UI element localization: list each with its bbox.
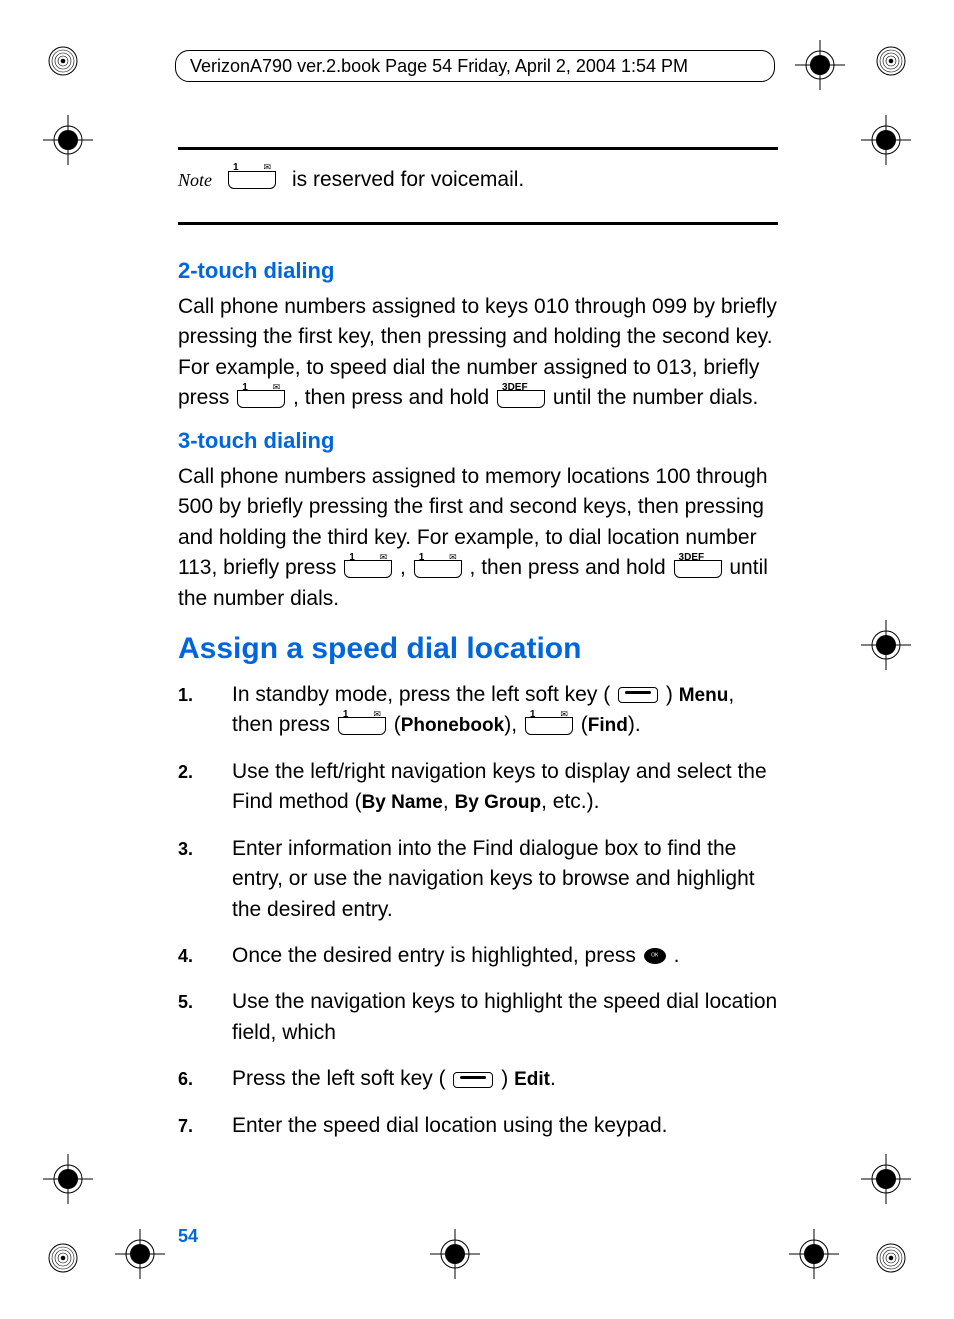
- crop-mark-icon: [795, 40, 845, 90]
- crop-mark-icon: [43, 115, 93, 165]
- heading-assign: Assign a speed dial location: [178, 632, 778, 666]
- edit-label: Edit: [514, 1069, 550, 1090]
- text: ,: [400, 556, 412, 579]
- text: ).: [628, 713, 641, 736]
- crop-mark-icon: [861, 1154, 911, 1204]
- paragraph-3touch: Call phone numbers assigned to memory lo…: [178, 462, 778, 614]
- menu-label: Menu: [679, 685, 729, 706]
- text: ): [501, 1067, 514, 1090]
- crop-mark-icon: [43, 1154, 93, 1204]
- note-text: is reserved for voicemail.: [292, 168, 524, 192]
- softkey-icon: [618, 687, 658, 703]
- key-3-icon: [674, 560, 722, 578]
- text: (: [581, 713, 588, 736]
- text: ): [666, 683, 679, 706]
- key-1-icon: [228, 171, 276, 189]
- reg-mark-icon: [48, 46, 78, 76]
- step-7: Enter the speed dial location using the …: [178, 1111, 778, 1141]
- text: Press the left soft key (: [232, 1067, 446, 1090]
- phonebook-label: Phonebook: [401, 715, 504, 736]
- reg-mark-icon: [876, 1243, 906, 1273]
- note-icon: Note: [178, 170, 212, 191]
- text: ,: [443, 790, 455, 813]
- reg-mark-icon: [876, 46, 906, 76]
- header-text: VerizonA790 ver.2.book Page 54 Friday, A…: [190, 56, 688, 77]
- crop-mark-icon: [789, 1229, 839, 1279]
- key-1-icon: [338, 717, 386, 735]
- crop-mark-icon: [861, 620, 911, 670]
- step-3: Enter information into the Find dialogue…: [178, 834, 778, 925]
- heading-3touch: 3-touch dialing: [178, 428, 778, 454]
- text: Enter information into the Find dialogue…: [232, 837, 755, 921]
- step-2: Use the left/right navigation keys to di…: [178, 757, 778, 818]
- key-1-icon: [525, 717, 573, 735]
- reg-mark-icon: [48, 1243, 78, 1273]
- key-1-icon: [414, 560, 462, 578]
- step-1: In standby mode, press the left soft key…: [178, 680, 778, 741]
- text: , then press and hold: [470, 556, 672, 579]
- text: ),: [504, 713, 523, 736]
- byname-label: By Name: [362, 792, 443, 813]
- bygroup-label: By Group: [455, 792, 542, 813]
- ok-button-icon: [644, 948, 666, 964]
- key-1-icon: [344, 560, 392, 578]
- steps-list: In standby mode, press the left soft key…: [178, 680, 778, 1141]
- softkey-icon: [453, 1072, 493, 1088]
- text: until the number dials.: [553, 386, 758, 409]
- text: Once the desired entry is highlighted, p…: [232, 944, 642, 967]
- crop-mark-icon: [430, 1229, 480, 1279]
- text: (: [394, 713, 401, 736]
- text: , then press and hold: [293, 386, 495, 409]
- text: .: [550, 1067, 556, 1090]
- text: .: [674, 944, 680, 967]
- step-4: Once the desired entry is highlighted, p…: [178, 941, 778, 971]
- step-6: Press the left soft key ( ) Edit.: [178, 1064, 778, 1094]
- key-3-icon: [497, 390, 545, 408]
- page-content: 2-touch dialing Call phone numbers assig…: [178, 258, 778, 1157]
- page-number: 54: [178, 1226, 198, 1247]
- text: In standby mode, press the left soft key…: [232, 683, 610, 706]
- heading-2touch: 2-touch dialing: [178, 258, 778, 284]
- step-5: Use the navigation keys to highlight the…: [178, 987, 778, 1048]
- crop-mark-icon: [861, 115, 911, 165]
- text: , etc.).: [541, 790, 599, 813]
- text: Use the navigation keys to highlight the…: [232, 990, 777, 1043]
- paragraph-2touch: Call phone numbers assigned to keys 010 …: [178, 292, 778, 414]
- key-1-icon: [237, 390, 285, 408]
- note-callout: Note is reserved for voicemail.: [178, 147, 778, 225]
- page-header: VerizonA790 ver.2.book Page 54 Friday, A…: [175, 50, 775, 82]
- find-label: Find: [588, 715, 628, 736]
- crop-mark-icon: [115, 1229, 165, 1279]
- text: Enter the speed dial location using the …: [232, 1114, 667, 1137]
